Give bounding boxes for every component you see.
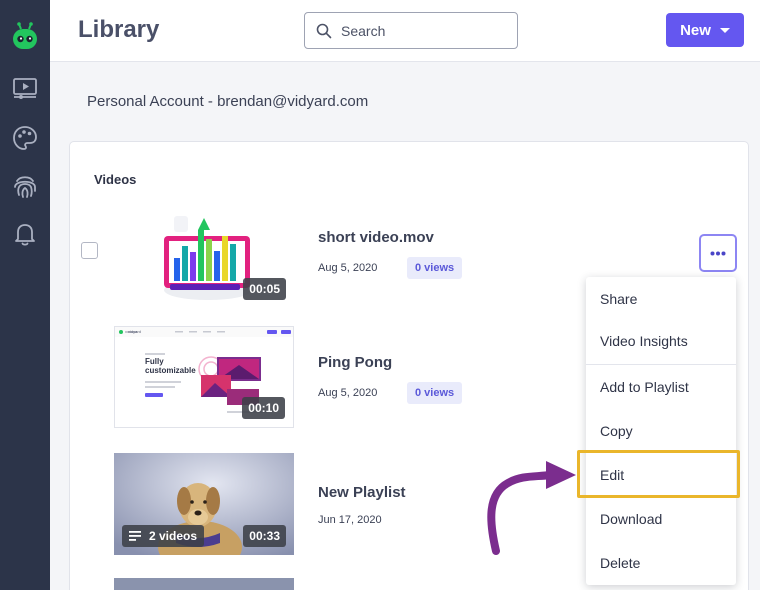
menu-item-video-insights[interactable]: Video Insights [586,319,736,363]
video-title[interactable]: Ping Pong [318,354,392,371]
video-date: Aug 5, 2020 [318,387,378,399]
page-title: Library [78,16,160,43]
playlist-title[interactable]: New Playlist [318,484,406,501]
search-input[interactable] [341,19,511,43]
annotation-arrow-icon [487,461,576,555]
playlist-count-badge: 2 videos [122,525,205,547]
views-badge: 0 views [407,257,463,279]
video-date: Aug 5, 2020 [318,262,378,274]
new-button[interactable]: New [666,13,744,47]
video-thumbnail[interactable] [114,578,294,590]
menu-item-download[interactable]: Download [586,497,736,541]
menu-item-delete[interactable]: Delete [586,541,736,585]
playlist-count: 2 videos [149,529,198,543]
video-thumbnail[interactable]: 00:05 [114,206,294,308]
sidebar [0,0,50,590]
search-icon [316,23,332,39]
duration-badge: 00:05 [243,278,286,300]
thumbnail-brand: vidyard [128,329,141,334]
video-player-icon[interactable] [11,74,39,102]
edit-highlight-box [577,450,740,498]
bell-icon[interactable] [11,220,39,248]
video-options-menu: Share Video Insights Add to Playlist Cop… [586,277,736,585]
playlist-icon [129,531,141,541]
search-box[interactable] [304,12,518,49]
menu-item-share[interactable]: Share [586,277,736,321]
video-title[interactable]: short video.mov [318,229,434,246]
ellipsis-icon [710,251,726,255]
section-heading: Videos [94,172,137,187]
menu-item-add-to-playlist[interactable]: Add to Playlist [586,365,736,409]
video-select-checkbox[interactable] [81,242,98,259]
top-header: Library New [50,0,760,62]
playlist-thumbnail[interactable]: 2 videos 00:33 [114,453,294,555]
views-badge: 0 views [407,382,463,404]
fingerprint-icon[interactable] [11,172,39,200]
menu-item-copy[interactable]: Copy [586,409,736,453]
duration-badge: 00:10 [242,397,285,419]
duration-badge: 00:33 [243,525,286,547]
vidyard-robot-icon[interactable] [11,22,39,52]
new-button-label: New [680,21,711,39]
more-options-button[interactable] [699,234,737,272]
thumbnail-headline: Fully customizable [145,357,196,375]
video-thumbnail[interactable]: Fully customizable vidyard 00:10 [114,326,294,428]
chevron-down-icon [719,27,730,33]
palette-icon[interactable] [11,124,39,152]
account-label: Personal Account - brendan@vidyard.com [87,93,369,110]
playlist-date: Jun 17, 2020 [318,514,382,526]
